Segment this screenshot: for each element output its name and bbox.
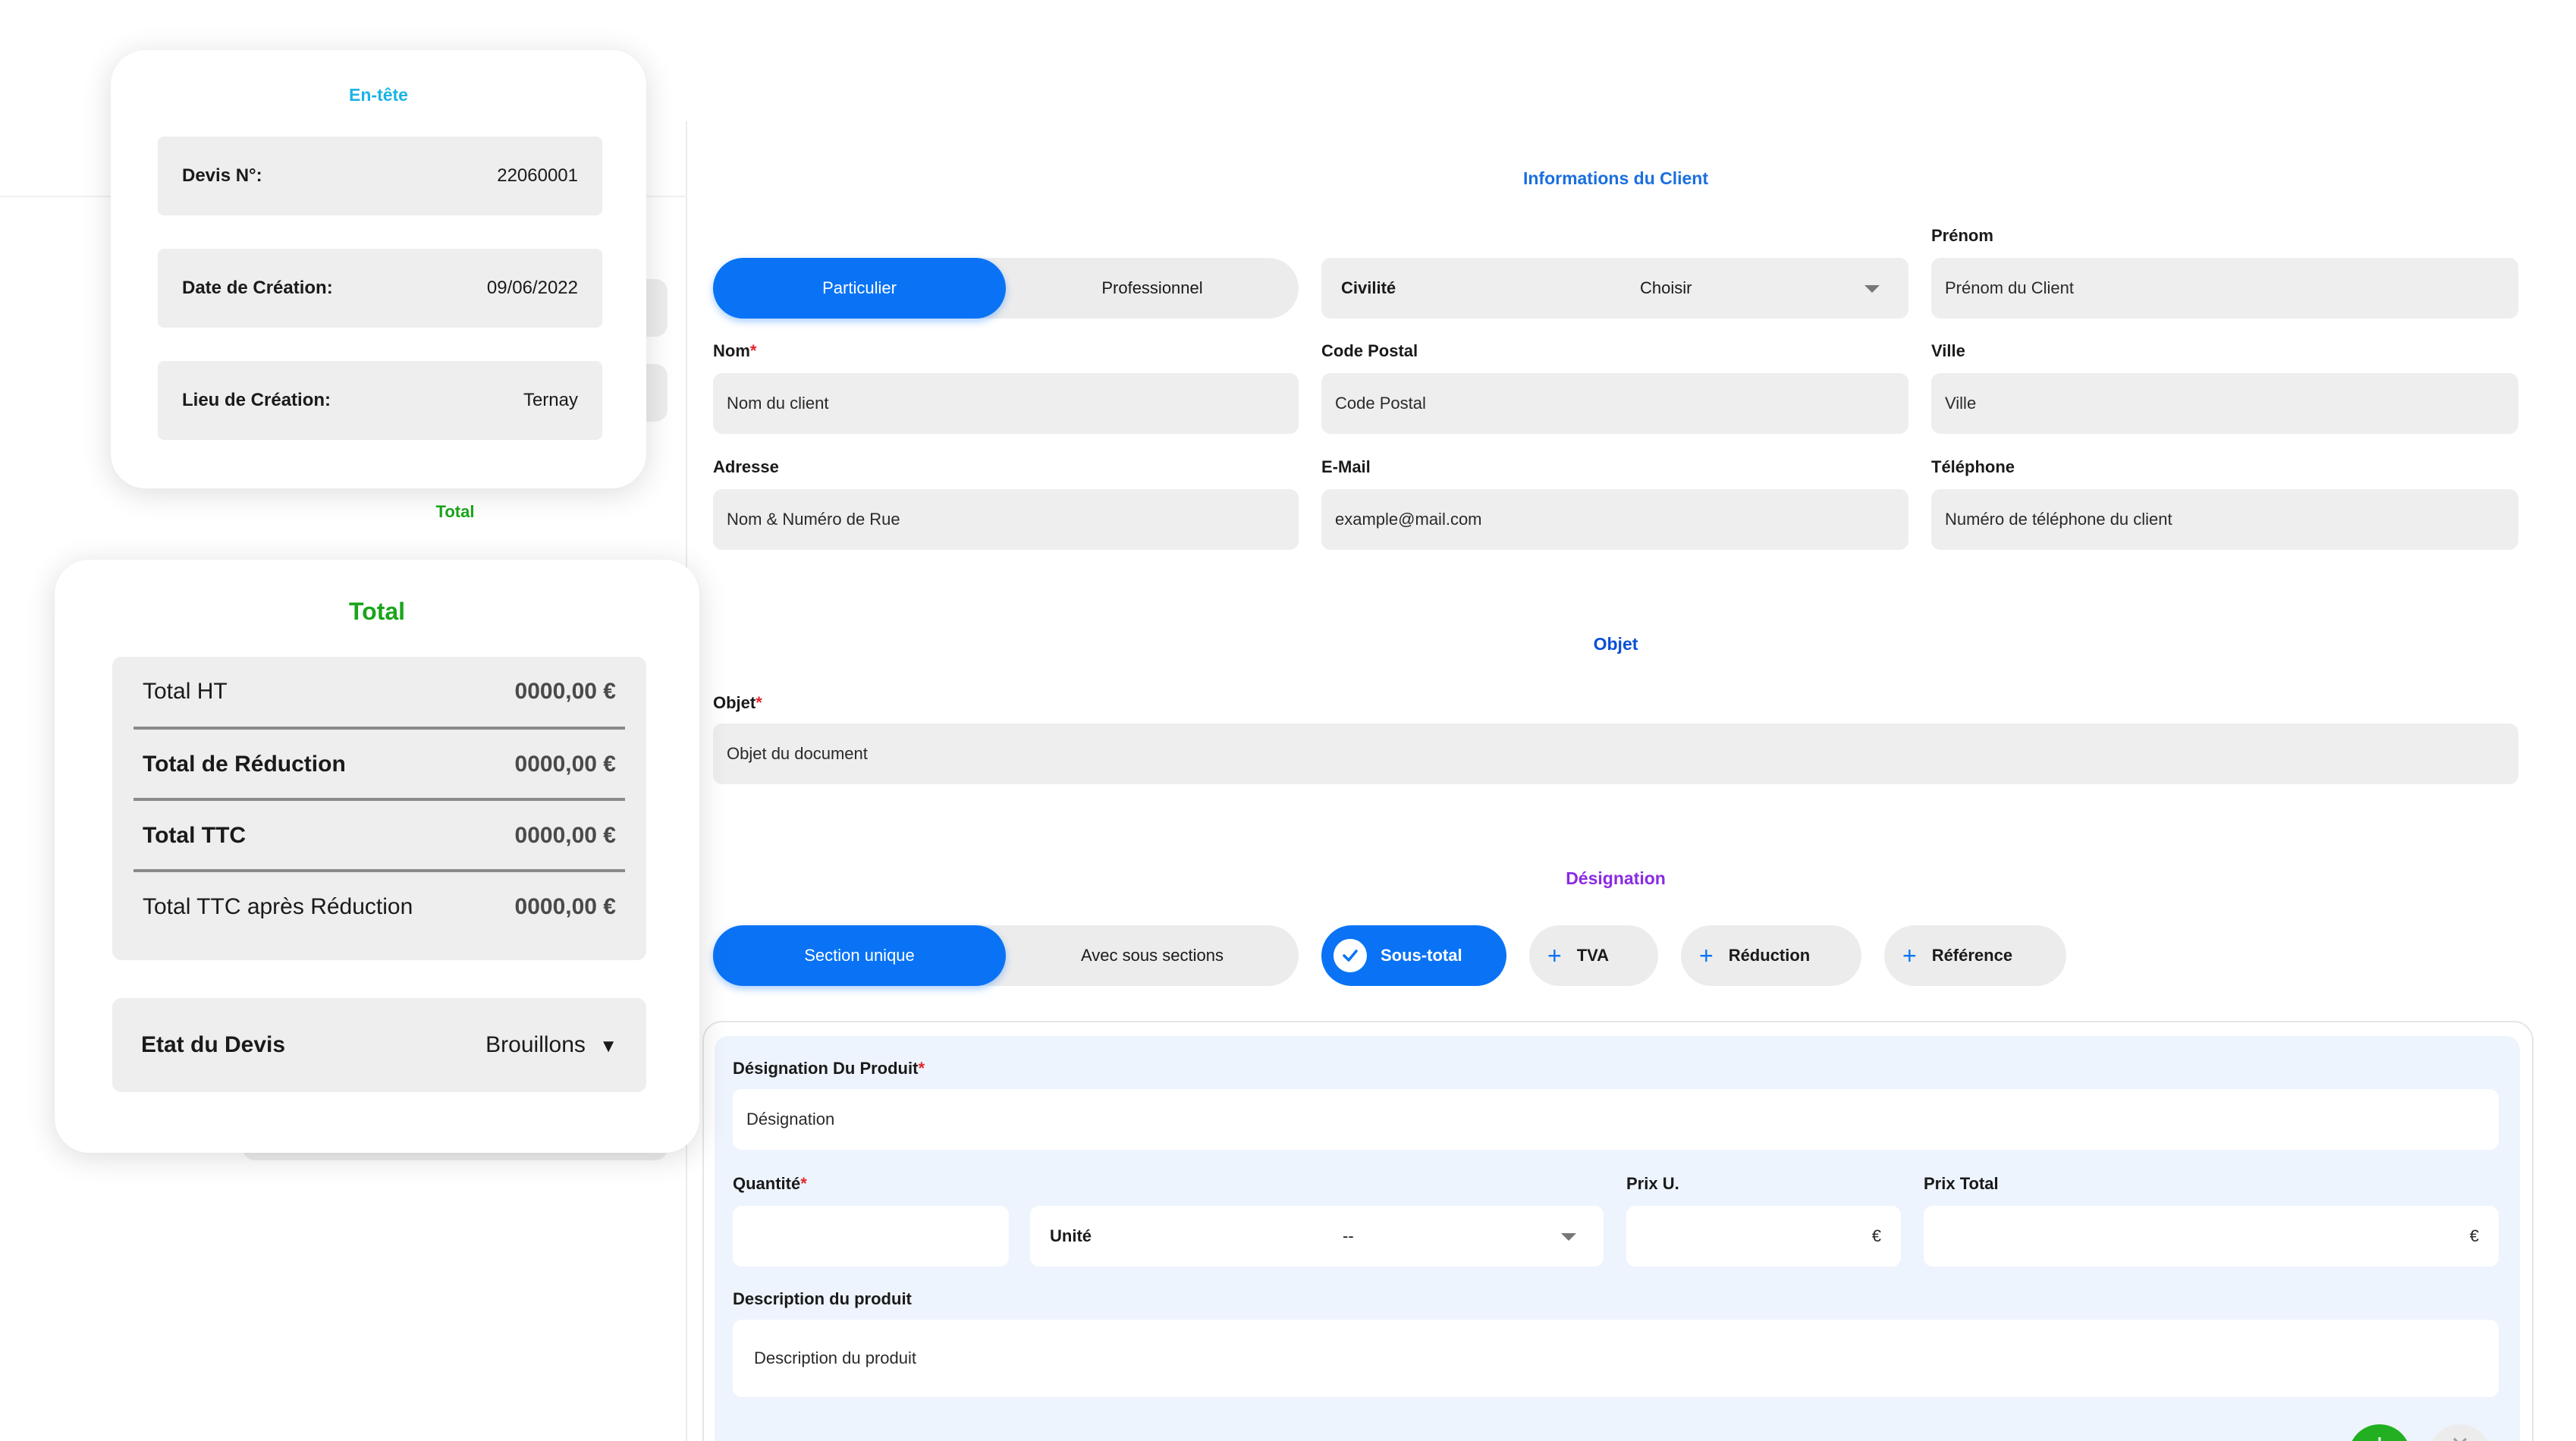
total-reduction-row: Total de Réduction 0000,00 € xyxy=(134,730,625,799)
designation-produit-field[interactable]: Désignation xyxy=(733,1089,2499,1150)
designation-section-title: Désignation xyxy=(1566,868,1666,888)
civilite-value: Choisir xyxy=(1640,278,1692,297)
total-ttc-row: Total TTC 0000,00 € xyxy=(134,801,625,871)
designation-produit-label-text: Désignation Du Produit xyxy=(733,1059,919,1078)
plus-icon: + xyxy=(2370,1428,2388,1441)
reference-toggle[interactable]: + Référence xyxy=(1884,925,2066,986)
quantite-field[interactable] xyxy=(733,1206,1009,1267)
section-unique-option[interactable]: Section unique xyxy=(713,925,1006,986)
objet-section-title: Objet xyxy=(1593,634,1638,654)
devis-status-select[interactable]: Etat du Devis Brouillons ▼ xyxy=(112,998,646,1092)
reduction-label: Réduction xyxy=(1728,946,1811,965)
prix-u-field[interactable]: € xyxy=(1626,1206,1901,1267)
devis-number-value: 22060001 xyxy=(497,165,578,186)
code-postal-field[interactable]: Code Postal xyxy=(1321,373,1908,434)
total-ttc-apres-reduction-label: Total TTC après Réduction xyxy=(143,894,413,919)
telephone-label: Téléphone xyxy=(1931,457,2015,476)
devis-status-value: Brouillons xyxy=(485,1032,586,1057)
quantite-label-text: Quantité xyxy=(733,1174,801,1193)
creation-place-value: Ternay xyxy=(523,390,578,410)
code-postal-label: Code Postal xyxy=(1321,341,1418,360)
ville-label: Ville xyxy=(1931,341,1965,360)
header-card-title: En-tête xyxy=(349,85,408,105)
unite-select[interactable]: Unité -- xyxy=(1030,1206,1604,1267)
required-marker: * xyxy=(749,341,757,360)
reference-label: Référence xyxy=(1931,946,2013,965)
avec-sous-sections-option[interactable]: Avec sous sections xyxy=(1006,925,1299,986)
devis-number-row: Devis N°: 22060001 xyxy=(158,137,602,215)
email-label: E-Mail xyxy=(1321,457,1371,476)
total-ht-value: 0000,00 € xyxy=(514,679,616,704)
creation-place-label: Lieu de Création: xyxy=(182,390,331,410)
tva-label: TVA xyxy=(1576,946,1610,965)
check-icon xyxy=(1334,939,1367,972)
prix-total-label: Prix Total xyxy=(1924,1174,1999,1193)
dropdown-arrow-icon: ▼ xyxy=(599,1036,617,1056)
plus-icon: + xyxy=(1547,942,1562,969)
tva-toggle[interactable]: + TVA xyxy=(1529,925,1658,986)
total-ttc-apres-reduction-value: 0000,00 € xyxy=(514,894,616,919)
client-type-toggle: Particulier Professionnel xyxy=(713,258,1299,319)
creation-date-row: Date de Création: 09/06/2022 xyxy=(158,249,602,328)
civilite-label: Civilité xyxy=(1341,278,1396,297)
creation-date-label: Date de Création: xyxy=(182,278,333,298)
objet-label-text: Objet xyxy=(713,693,756,712)
creation-date-value: 09/06/2022 xyxy=(486,278,578,298)
plus-icon: + xyxy=(1902,942,1917,969)
devis-number-label: Devis N°: xyxy=(182,165,262,186)
plus-icon: + xyxy=(1699,942,1714,969)
description-produit-field[interactable]: Description du produit xyxy=(733,1320,2499,1397)
telephone-field[interactable]: Numéro de téléphone du client xyxy=(1931,489,2518,550)
euro-icon: € xyxy=(2469,1226,2479,1245)
total-ht-row: Total HT 0000,00 € xyxy=(134,657,625,727)
total-ttc-label: Total TTC xyxy=(143,823,247,848)
reduction-toggle[interactable]: + Réduction xyxy=(1681,925,1861,986)
devis-status-value-group: Brouillons ▼ xyxy=(485,1032,617,1058)
ville-field[interactable]: Ville xyxy=(1931,373,2518,434)
unite-label: Unité xyxy=(1050,1226,1092,1245)
total-ttc-value: 0000,00 € xyxy=(514,823,616,848)
background-total-label: Total xyxy=(435,502,475,521)
nom-label: Nom* xyxy=(713,341,756,361)
sous-total-toggle[interactable]: Sous-total xyxy=(1321,925,1506,986)
designation-produit-label: Désignation Du Produit* xyxy=(733,1059,925,1078)
email-field[interactable]: example@mail.com xyxy=(1321,489,1908,550)
unite-value: -- xyxy=(1343,1226,1354,1245)
client-type-professionnel[interactable]: Professionnel xyxy=(1006,258,1299,319)
nom-label-text: Nom xyxy=(713,341,750,360)
devis-status-label: Etat du Devis xyxy=(141,1032,286,1057)
close-icon: × xyxy=(2451,1428,2468,1441)
prix-total-field[interactable]: € xyxy=(1924,1206,2499,1267)
total-ht-label: Total HT xyxy=(143,679,228,704)
chevron-down-icon xyxy=(1561,1233,1576,1241)
header-card: En-tête Devis N°: 22060001 Date de Créat… xyxy=(111,50,646,488)
prenom-field[interactable]: Prénom du Client xyxy=(1931,258,2518,319)
description-produit-label: Description du produit xyxy=(733,1289,912,1308)
objet-field[interactable]: Objet du document xyxy=(713,724,2518,784)
total-reduction-label: Total de Réduction xyxy=(143,752,346,777)
prix-u-label: Prix U. xyxy=(1626,1174,1679,1193)
required-marker: * xyxy=(800,1174,807,1193)
total-ttc-apres-reduction-row: Total TTC après Réduction 0000,00 € xyxy=(134,872,625,942)
total-card-title: Total xyxy=(348,598,406,625)
prenom-label: Prénom xyxy=(1931,226,1993,245)
nom-field[interactable]: Nom du client xyxy=(713,373,1299,434)
totals-box: Total HT 0000,00 € Total de Réduction 00… xyxy=(112,657,646,960)
quantite-label: Quantité* xyxy=(733,1174,807,1194)
objet-label: Objet* xyxy=(713,693,762,713)
creation-place-row: Lieu de Création: Ternay xyxy=(158,361,602,440)
chevron-down-icon xyxy=(1864,285,1880,293)
sous-total-label: Sous-total xyxy=(1381,946,1462,965)
client-type-particulier[interactable]: Particulier xyxy=(713,258,1006,319)
civilite-select[interactable]: Civilité Choisir xyxy=(1321,258,1908,319)
required-marker: * xyxy=(756,693,762,712)
total-reduction-value: 0000,00 € xyxy=(514,752,616,777)
adresse-label: Adresse xyxy=(713,457,779,476)
section-mode-toggle: Section unique Avec sous sections xyxy=(713,925,1299,986)
adresse-field[interactable]: Nom & Numéro de Rue xyxy=(713,489,1299,550)
client-section-title: Informations du Client xyxy=(1522,168,1709,188)
required-marker: * xyxy=(918,1059,925,1078)
euro-icon: € xyxy=(1871,1226,1881,1245)
